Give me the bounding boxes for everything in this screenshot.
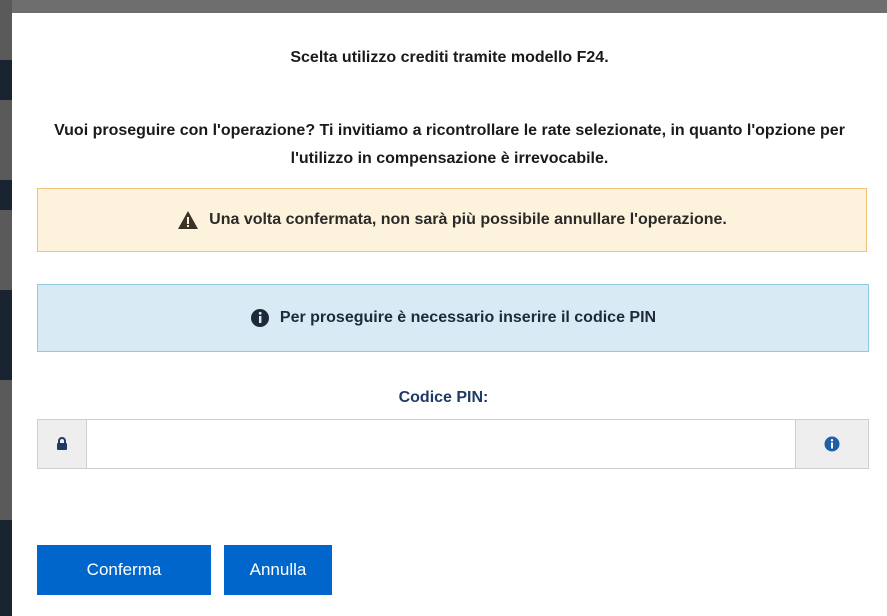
warning-text: Una volta confermata, non sarà più possi… bbox=[209, 211, 727, 228]
warning-triangle-icon bbox=[177, 210, 199, 230]
info-circle-icon bbox=[250, 308, 270, 328]
confirmation-dialog: Scelta utilizzo crediti tramite modello … bbox=[12, 13, 887, 616]
backdrop-fragment bbox=[0, 60, 12, 100]
page-backdrop bbox=[0, 0, 12, 616]
info-text: Per proseguire è necessario inserire il … bbox=[279, 309, 657, 326]
lock-icon bbox=[38, 420, 87, 468]
backdrop-fragment bbox=[0, 290, 12, 380]
cancel-button[interactable]: Annulla bbox=[224, 545, 332, 595]
backdrop-fragment bbox=[0, 180, 12, 210]
confirm-button[interactable]: Conferma bbox=[37, 545, 211, 595]
info-alert: Per proseguire è necessario inserire il … bbox=[37, 284, 869, 352]
dialog-title: Scelta utilizzo crediti tramite modello … bbox=[290, 49, 609, 66]
pin-label: Codice PIN: bbox=[398, 389, 489, 406]
backdrop-fragment bbox=[0, 520, 12, 616]
pin-input-group bbox=[37, 419, 869, 469]
dialog-question: Vuoi proseguire con l'operazione? Ti inv… bbox=[54, 122, 845, 167]
warning-alert: Una volta confermata, non sarà più possi… bbox=[37, 188, 867, 252]
pin-input[interactable] bbox=[87, 420, 795, 468]
pin-info-icon[interactable] bbox=[795, 420, 868, 468]
